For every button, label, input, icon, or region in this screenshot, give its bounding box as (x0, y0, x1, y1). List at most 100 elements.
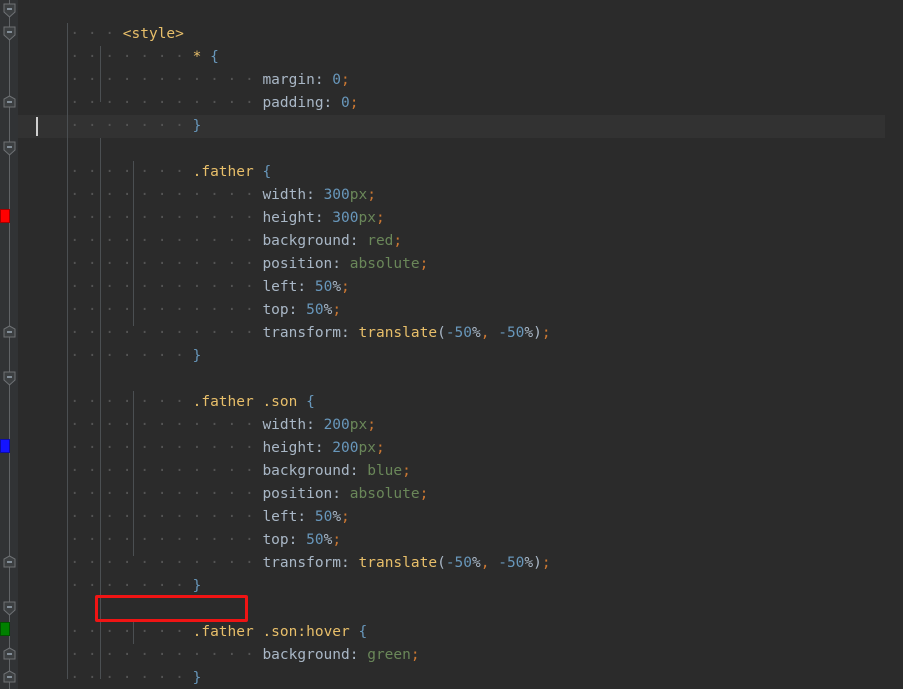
semicolon: ; (332, 302, 342, 318)
code-editor[interactable]: · · · <style> · · · · · · · * { · · · · … (0, 0, 903, 689)
value-left-unit: % (332, 279, 342, 295)
selector-father: .father (192, 624, 254, 640)
semicolon: ; (332, 532, 342, 548)
value-padding: 0 (341, 95, 350, 111)
value-top-unit: % (323, 302, 333, 318)
value-top-number: 50 (306, 532, 324, 548)
brace-open: { (358, 624, 368, 640)
semicolon: ; (341, 509, 350, 525)
semicolon: ; (375, 440, 385, 456)
paren-close: ) (533, 555, 542, 571)
text-caret (36, 117, 38, 136)
translate-x-number: -50 (445, 325, 473, 341)
code-content[interactable]: · · · <style> · · · · · · · * { · · · · … (18, 0, 903, 689)
property-left: left: (262, 509, 307, 525)
value-background-green: green (367, 647, 411, 663)
semicolon: ; (402, 463, 411, 479)
semicolon: ; (375, 210, 385, 226)
brace-close: } (192, 348, 202, 364)
color-swatch-blue[interactable] (0, 439, 10, 453)
brace-close: } (192, 578, 202, 594)
property-left: left: (262, 279, 307, 295)
fold-marker-hover-rule[interactable] (3, 601, 16, 616)
fold-marker-universal-rule-end[interactable] (3, 95, 16, 110)
code-line-27[interactable]: · · · · · · · .father .son:hover { (18, 598, 903, 640)
selector-son: .son (262, 394, 298, 410)
property-position: position: (262, 486, 342, 502)
selector-son: .son (262, 624, 298, 640)
paren-open: ( (437, 555, 446, 571)
semicolon: ; (410, 647, 420, 663)
semicolon: ; (541, 325, 551, 341)
semicolon: ; (341, 279, 350, 295)
semicolon: ; (419, 486, 429, 502)
property-height: height: (262, 210, 324, 226)
property-transform: transform: (262, 325, 350, 341)
translate-x-unit: % (472, 555, 481, 571)
selector-father: .father (192, 394, 254, 410)
value-top-unit: % (323, 532, 333, 548)
value-height-number: 300 (332, 210, 359, 226)
style-open-tag: <style> (122, 26, 184, 42)
value-height-unit: px (358, 210, 376, 226)
fold-marker-father-rule-end[interactable] (3, 325, 16, 340)
code-line-7[interactable]: · · · · · · · .father { (18, 138, 903, 180)
translate-x-unit: % (472, 325, 481, 341)
fold-marker-father-rule[interactable] (3, 141, 16, 156)
fold-marker-universal-rule[interactable] (3, 26, 16, 41)
property-padding: padding: (262, 95, 333, 111)
property-position: position: (262, 256, 342, 272)
color-swatch-red[interactable] (0, 209, 10, 223)
value-margin: 0 (332, 72, 342, 88)
value-height-number: 200 (332, 440, 359, 456)
semicolon: ; (419, 256, 429, 272)
selector-father: .father (192, 164, 254, 180)
brace-close: } (192, 118, 202, 134)
value-left-number: 50 (314, 279, 333, 295)
value-background-red: red (367, 233, 394, 249)
code-line-1[interactable]: · · · <style> (18, 0, 903, 42)
brace-open: { (210, 49, 219, 65)
property-height: height: (262, 440, 324, 456)
editor-gutter[interactable] (0, 0, 18, 689)
semicolon: ; (367, 417, 376, 433)
code-line-17[interactable]: · · · · · · · .father .son { (18, 368, 903, 410)
property-transform: transform: (262, 555, 350, 571)
brace-open: { (306, 394, 315, 410)
value-width-unit: px (349, 187, 368, 203)
value-width-number: 200 (323, 417, 350, 433)
translate-x-number: -50 (445, 555, 473, 571)
fold-marker-style[interactable] (3, 3, 16, 18)
translate-y-number: -50 (498, 555, 525, 571)
pseudo-class-hover: :hover (297, 624, 350, 640)
function-translate: translate (358, 325, 438, 341)
semicolon: ; (541, 555, 551, 571)
property-background: background: (262, 647, 359, 663)
color-swatch-green[interactable] (0, 622, 10, 636)
property-width: width: (262, 417, 315, 433)
fold-marker-son-rule[interactable] (3, 371, 16, 386)
fold-marker-son-rule-end[interactable] (3, 555, 16, 570)
function-translate: translate (358, 555, 438, 571)
fold-marker-style-end[interactable] (3, 670, 16, 685)
translate-y-unit: % (524, 325, 534, 341)
value-height-unit: px (358, 440, 376, 456)
brace-open: { (262, 164, 272, 180)
value-top-number: 50 (306, 302, 324, 318)
property-top: top: (262, 302, 298, 318)
brace-close: } (192, 670, 202, 686)
paren-open: ( (437, 325, 446, 341)
value-position-absolute: absolute (349, 256, 420, 272)
property-background: background: (262, 233, 359, 249)
semicolon: ; (349, 95, 359, 111)
property-top: top: (262, 532, 298, 548)
property-background: background: (262, 463, 359, 479)
value-width-number: 300 (323, 187, 350, 203)
paren-close: ) (533, 325, 542, 341)
semicolon: ; (393, 233, 403, 249)
value-background-blue: blue (367, 463, 403, 479)
fold-marker-hover-rule-end[interactable] (3, 647, 16, 662)
semicolon: ; (367, 187, 376, 203)
property-margin: margin: (262, 72, 324, 88)
value-left-unit: % (332, 509, 342, 525)
